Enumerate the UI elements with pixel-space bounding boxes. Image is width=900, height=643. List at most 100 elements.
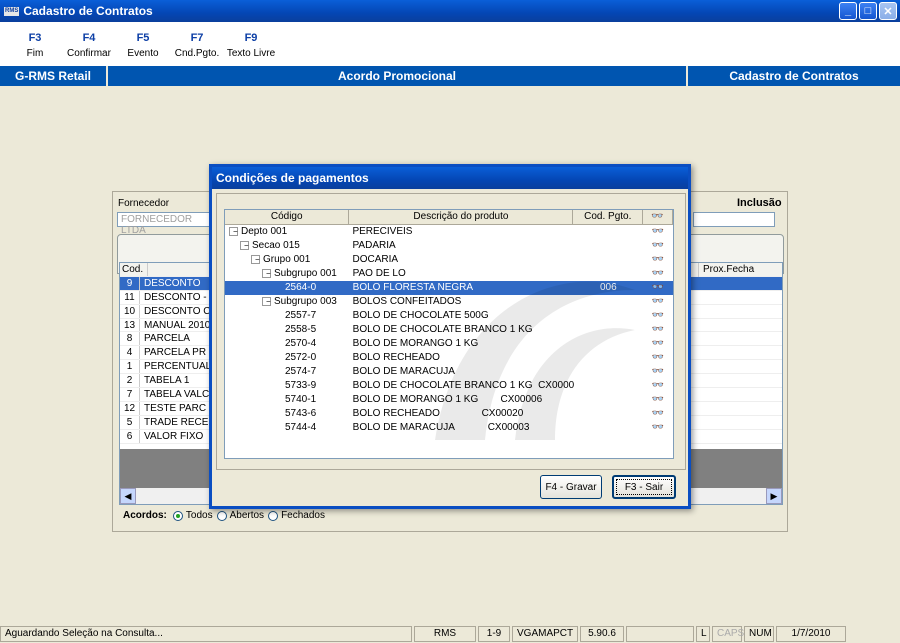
maximize-button[interactable]: □ — [859, 2, 877, 20]
toolbar-label: Confirmar — [67, 48, 111, 59]
acordos-filter: Acordos: Todos Abertos Fechados — [123, 510, 325, 521]
binoculars-icon[interactable]: 👓 — [643, 225, 673, 239]
collapse-icon[interactable]: − — [229, 226, 238, 236]
header-screen-title: Cadastro de Contratos — [688, 66, 900, 86]
binoculars-icon[interactable]: 👓 — [643, 323, 673, 337]
tree-code: Secao 015 — [252, 240, 300, 251]
tree-desc: PERECIVEIS — [352, 226, 413, 237]
window-title: Cadastro de Contratos — [23, 4, 153, 18]
contract-cod: 13 — [120, 318, 140, 332]
tree-code: 5744-4 — [285, 422, 317, 433]
toolbar-label: Cnd.Pgto. — [174, 48, 220, 59]
tree-code: 2558-5 — [285, 324, 317, 335]
contract-cod: 5 — [120, 415, 140, 429]
contract-cod: 2 — [120, 374, 140, 388]
tree-code: Grupo 001 — [263, 254, 311, 265]
binoculars-icon[interactable]: 👓 — [643, 281, 673, 295]
status-date: 1/7/2010 — [776, 626, 846, 642]
contract-desc: MANUAL 2010 — [144, 319, 211, 331]
exit-button[interactable]: F3 - Sair — [612, 475, 676, 499]
radio-fechados[interactable]: Fechados — [268, 510, 325, 521]
tree-code: Subgrupo 003 — [274, 296, 337, 307]
collapse-icon[interactable]: − — [262, 296, 271, 306]
toolbar-label: Evento — [127, 48, 159, 59]
toolbar-fim-button[interactable]: F3 Fim — [8, 22, 62, 66]
binoculars-icon[interactable]: 👓 — [643, 239, 673, 253]
tree-code-cell: 5733-9 — [225, 379, 350, 393]
tree-code: 2564-0 — [285, 282, 317, 293]
status-range: 1-9 — [478, 626, 510, 642]
toolbar-cndpgto-button[interactable]: F7 Cnd.Pgto. — [170, 22, 224, 66]
toolbar-key: F3 — [28, 32, 42, 44]
app-icon: RMS — [4, 6, 20, 16]
contract-cod: 1 — [120, 360, 140, 374]
fornecedor-field[interactable]: FORNECEDOR LTDA — [117, 212, 213, 236]
contract-desc: DESCONTO C — [144, 305, 211, 317]
binoculars-icon[interactable]: 👓 — [643, 309, 673, 323]
collapse-icon[interactable]: − — [240, 240, 249, 250]
header-cod-pgto: Cod. Pgto. — [573, 210, 644, 224]
prox-fecha-header: Prox.Fecha — [698, 263, 758, 277]
tree-desc: PADARIA — [352, 240, 396, 251]
header-module-title: Acordo Promocional — [108, 66, 686, 86]
tree-code: 2570-4 — [285, 338, 317, 349]
binoculars-icon[interactable]: 👓 — [643, 421, 673, 435]
binoculars-icon[interactable]: 👓 — [643, 407, 673, 421]
contract-cod: 6 — [120, 429, 140, 443]
binoculars-icon[interactable]: 👓 — [643, 379, 673, 393]
tree-code-cell: 2572-0 — [225, 351, 350, 365]
cod-header: Cod. — [120, 263, 148, 276]
close-button[interactable]: ✕ — [879, 2, 897, 20]
function-key-toolbar: F3 Fim F4 Confirmar F5 Evento F7 Cnd.Pgto. F9 Tex… — [0, 22, 900, 66]
save-button[interactable]: F4 - Gravar — [540, 475, 602, 499]
scroll-right-icon[interactable]: ▶ — [766, 488, 782, 504]
tree-pgto — [573, 225, 643, 239]
contract-desc: DESCONTO - — [144, 291, 207, 303]
contract-cod: 10 — [120, 304, 140, 318]
binoculars-icon[interactable]: 👓 — [643, 365, 673, 379]
tree-desc-cell: PERECIVEIS — [349, 225, 573, 239]
binoculars-icon[interactable]: 👓 — [643, 337, 673, 351]
radio-button[interactable] — [216, 510, 227, 521]
collapse-icon[interactable]: − — [262, 268, 271, 278]
contract-desc: TESTE PARC — [144, 402, 207, 414]
binoculars-icon[interactable]: 👓 — [643, 393, 673, 407]
radio-todos[interactable]: Todos — [172, 510, 213, 521]
status-app: RMS — [414, 626, 476, 642]
radio-label: Fechados — [281, 510, 325, 521]
toolbar-textolivre-button[interactable]: F9 Texto Livre — [224, 22, 278, 66]
contract-desc: TRADE RECE — [144, 416, 209, 428]
radio-button[interactable] — [268, 510, 279, 521]
window-titlebar: RMS Cadastro de Contratos _ □ ✕ — [0, 0, 900, 22]
binoculars-icon[interactable]: 👓 — [643, 351, 673, 365]
header-binoculars-icon: 👓 — [643, 210, 673, 224]
status-empty — [626, 626, 694, 642]
tree-code: 2557-7 — [285, 310, 317, 321]
toolbar-confirmar-button[interactable]: F4 Confirmar — [62, 22, 116, 66]
contract-desc: PERCENTUAL — [144, 361, 212, 373]
binoculars-icon[interactable]: 👓 — [643, 253, 673, 267]
tree-row[interactable]: − Depto 001 PERECIVEIS 👓 — [225, 225, 673, 239]
mode-field[interactable] — [693, 212, 775, 227]
tree-code-cell: 5743-6 — [225, 407, 350, 421]
tree-code-cell: 5740-1 — [225, 393, 350, 407]
tree-code-cell: − Subgrupo 001 — [225, 267, 350, 281]
binoculars-icon[interactable]: 👓 — [643, 267, 673, 281]
binoculars-icon[interactable]: 👓 — [643, 295, 673, 309]
toolbar-label: Texto Livre — [226, 48, 276, 59]
contract-desc: TABELA 1 — [144, 375, 190, 387]
collapse-icon[interactable]: − — [251, 254, 260, 264]
status-user: VGAMAPCT — [512, 626, 578, 642]
toolbar-evento-button[interactable]: F5 Evento — [116, 22, 170, 66]
radio-abertos[interactable]: Abertos — [216, 510, 265, 521]
radio-button[interactable] — [172, 510, 183, 521]
toolbar-key: F9 — [244, 32, 258, 44]
contract-desc: TABELA VALC — [144, 389, 210, 401]
minimize-button[interactable]: _ — [839, 2, 857, 20]
tree-code-cell: 5744-4 — [225, 421, 350, 435]
toolbar-key: F5 — [136, 32, 150, 44]
tree-code: 2574-7 — [285, 366, 317, 377]
radio-label: Abertos — [229, 510, 265, 521]
scroll-left-icon[interactable]: ◀ — [120, 488, 136, 504]
contract-desc: PARCELA PR — [144, 347, 207, 359]
